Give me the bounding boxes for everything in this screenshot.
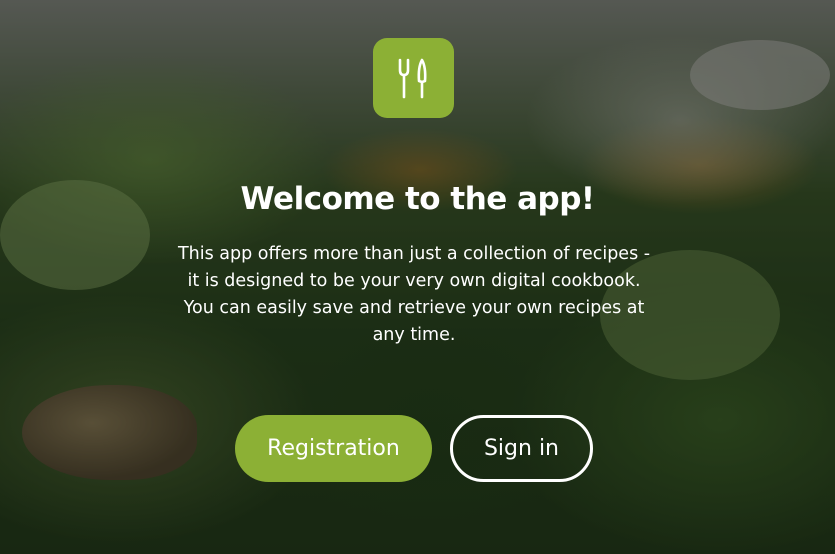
registration-button[interactable]: Registration bbox=[235, 415, 432, 482]
welcome-title: Welcome to the app! bbox=[240, 181, 595, 217]
welcome-screen: Welcome to the app! This app offers more… bbox=[0, 0, 835, 554]
app-logo bbox=[373, 38, 454, 118]
welcome-content: Welcome to the app! This app offers more… bbox=[0, 0, 835, 554]
welcome-description: This app offers more than just a collect… bbox=[177, 244, 651, 345]
sign-in-button[interactable]: Sign in bbox=[450, 415, 593, 482]
fork-knife-icon bbox=[398, 58, 426, 99]
